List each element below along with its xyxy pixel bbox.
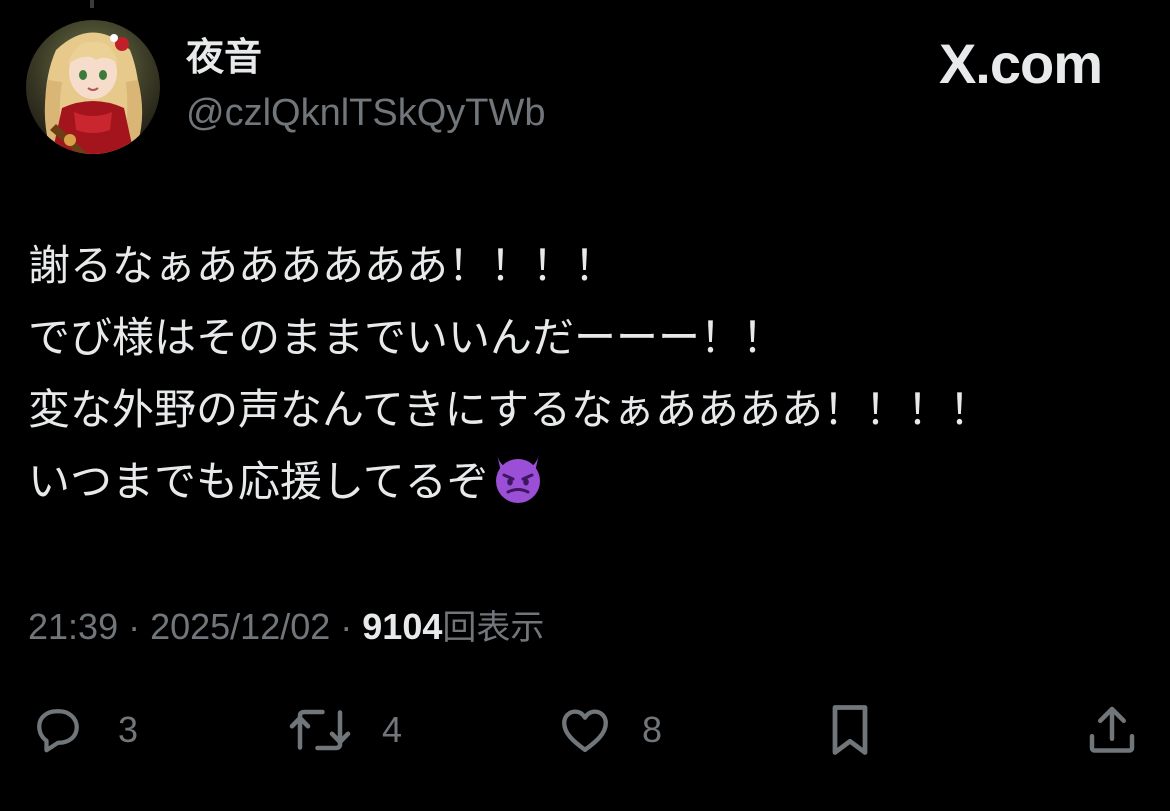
like-icon — [562, 709, 608, 752]
top-edge-marker — [90, 0, 94, 8]
user-handle[interactable]: @czlQknlTSkQyTWb — [186, 94, 545, 132]
meta-separator: · — [118, 606, 151, 647]
views-count[interactable]: 9104 — [362, 606, 442, 647]
x-brand-logo: X.com — [938, 32, 1103, 95]
reply-button[interactable]: 3 — [28, 698, 138, 762]
tweet-line-last: いつまでも応援してるぞ — [28, 446, 1148, 518]
reply-icon — [37, 709, 79, 753]
avatar-image — [26, 20, 160, 154]
tweet-meta: 21:39 · 2025/12/02 · 9104回表示 — [28, 605, 544, 650]
share-icon — [1089, 706, 1135, 753]
share-button[interactable] — [1082, 698, 1142, 762]
smiling-face-with-horns-emoji-icon — [489, 448, 547, 506]
tweet-time[interactable]: 21:39 — [28, 606, 118, 647]
tweet-line: でび様はそのままでいいんだーーー！！ — [28, 313, 785, 362]
reply-count: 3 — [118, 709, 139, 750]
like-count: 8 — [642, 709, 663, 750]
repost-icon — [289, 709, 351, 751]
tweet-date[interactable]: 2025/12/02 — [150, 606, 330, 647]
repost-count: 4 — [382, 709, 403, 750]
tweet-line: 変な外野の声なんてきにするなぁああああ！！！！ — [28, 385, 992, 434]
bookmark-icon — [832, 705, 868, 755]
bookmark-button[interactable] — [822, 698, 878, 762]
tweet-line: 謝るなぁああああああ！！！！ — [28, 241, 617, 290]
meta-separator: · — [330, 606, 363, 647]
like-button[interactable]: 8 — [556, 698, 662, 762]
tweet-line-text: いつまでも応援してるぞ — [28, 457, 489, 506]
views-label: 回表示 — [442, 608, 545, 648]
repost-button[interactable]: 4 — [286, 698, 402, 762]
tweet-text: 謝るなぁああああああ！！！！ でび様はそのままでいいんだーーー！！ 変な外野の声… — [28, 230, 1148, 518]
action-bar: 3 4 8 — [0, 698, 1170, 762]
avatar[interactable] — [26, 20, 160, 154]
display-name[interactable]: 夜音 — [186, 38, 262, 76]
